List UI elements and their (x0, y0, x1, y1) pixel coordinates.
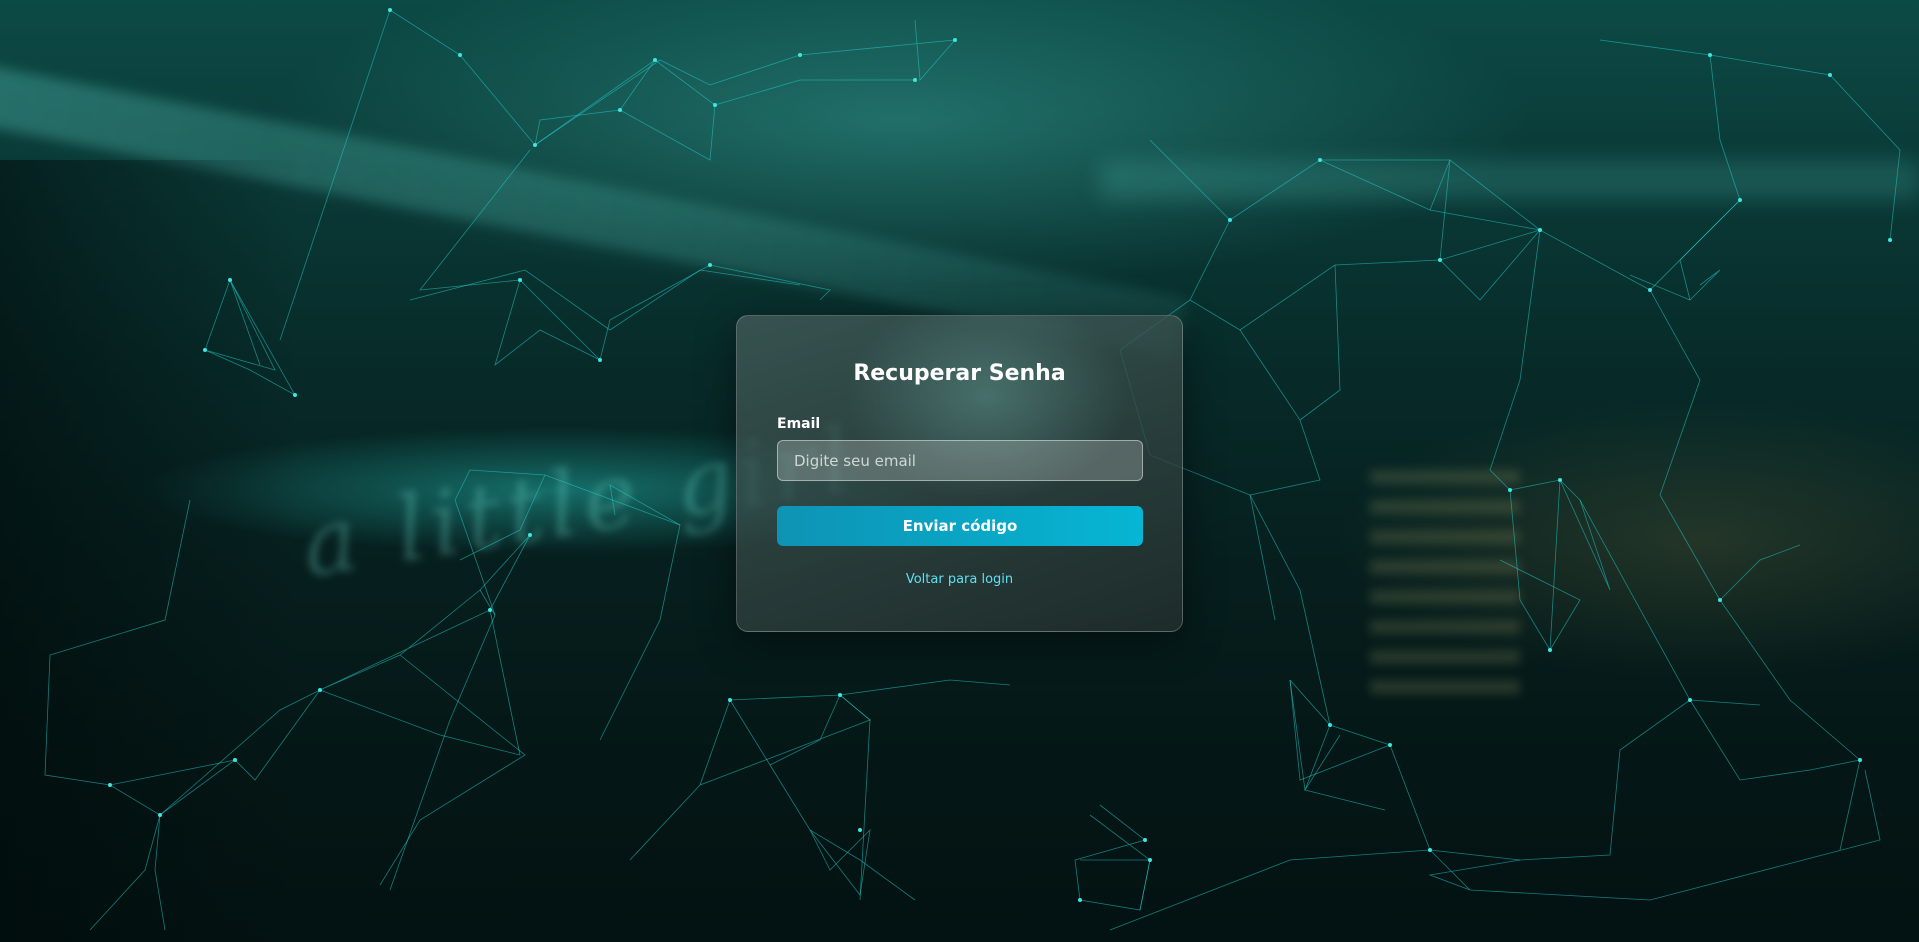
email-label: Email (777, 416, 821, 432)
back-to-login-link[interactable]: Voltar para login (737, 572, 1182, 587)
email-field[interactable] (777, 440, 1143, 481)
page-title: Recuperar Senha (853, 361, 1066, 386)
background-scene: a little girl Recuperar Senha Email Digi… (0, 0, 1919, 942)
send-code-button[interactable]: Enviar código (777, 506, 1143, 546)
password-recovery-card: Recuperar Senha Email Enviar código Volt… (736, 315, 1183, 632)
